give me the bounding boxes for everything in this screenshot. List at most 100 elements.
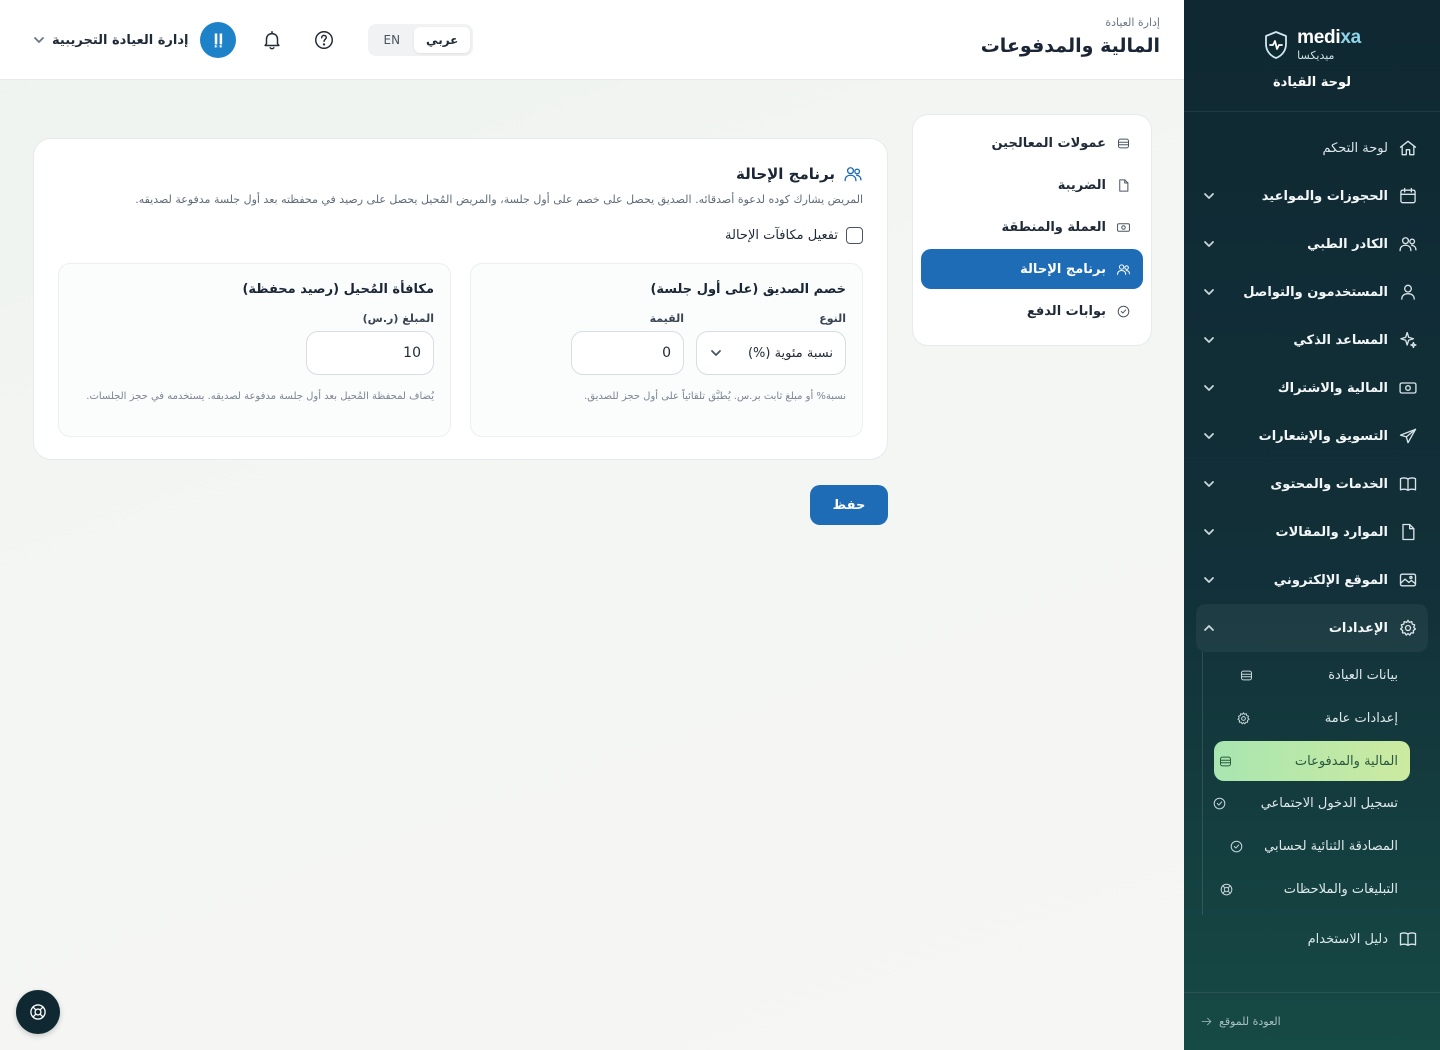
chevron-down-icon	[1204, 577, 1214, 583]
sidebar-subitem-general-settings[interactable]: إعدادات عامة	[1196, 697, 1410, 740]
subitem-label: بيانات العيادة	[1328, 668, 1398, 683]
users-icon	[844, 167, 862, 182]
referrer-reward-title: مكافأة المُحيل (رصيد محفظة)	[242, 282, 434, 297]
friend-discount-panel: خصم الصديق (على أول جلسة) النوع القيمة ن…	[470, 263, 863, 437]
enable-referral-checkbox[interactable]	[846, 226, 863, 244]
referrer-reward-hint: يُضاف لمحفظة المُحيل بعد أول جلسة مدفوعة…	[86, 391, 434, 402]
sidebar-item-services[interactable]: الخدمات والمحتوى	[1196, 460, 1428, 508]
chevron-down-icon	[1204, 337, 1214, 343]
sidebar-subitem-finance-payments[interactable]: المالية والمدفوعات	[1214, 741, 1410, 781]
avatar: إإ	[200, 22, 237, 58]
enable-referral-label: تفعيل مكافآت الإحالة	[725, 227, 838, 243]
brand-logo[interactable]: medixa ميديكسا	[1263, 28, 1361, 61]
subitem-label: إعدادات عامة	[1324, 711, 1398, 726]
support-fab[interactable]	[16, 990, 60, 1034]
sidebar-item-resources[interactable]: الموارد والمقالات	[1196, 508, 1428, 556]
banknote-icon	[1117, 222, 1130, 232]
sidebar-subitem-clinic-data[interactable]: بيانات العيادة	[1196, 654, 1410, 697]
chevron-down-icon	[1204, 385, 1214, 391]
brand-name: medixa	[1297, 27, 1361, 48]
header-titles: إدارة العيادة المالية والمدفوعات	[981, 16, 1160, 57]
sidebar-item-label: الإعدادات	[1328, 620, 1388, 636]
tab-referral-program[interactable]: برنامج الإحالة	[921, 249, 1143, 289]
sidebar-item-label: التسويق والإشعارات	[1258, 428, 1388, 444]
sidebar-item-label: الموارد والمقالات	[1275, 524, 1388, 540]
header-tools: إدارة العيادة التجريبية إإ EN عربي	[32, 22, 474, 58]
tab-label: عمولات المعالجين	[991, 135, 1106, 151]
top-header: إدارة العيادة المالية والمدفوعات إدارة ا…	[0, 0, 1184, 80]
sidebar-item-settings[interactable]: الإعدادات	[1196, 604, 1428, 652]
shield-pulse-icon	[1265, 30, 1288, 59]
sidebar-item-dashboard[interactable]: لوحة التحكم	[1196, 124, 1428, 172]
image-icon	[1399, 573, 1417, 587]
discount-type-select[interactable]: نسبة مئوية (%)	[696, 331, 846, 375]
brand-name-ar: ميديكسا	[1297, 49, 1335, 62]
chevron-down-icon	[1204, 289, 1214, 295]
book-icon	[1399, 932, 1417, 946]
sparkles-icon	[1400, 331, 1417, 349]
sidebar-item-label: الكادر الطبي	[1307, 236, 1388, 252]
back-label: العودة للموقع	[1219, 1015, 1281, 1028]
sidebar-item-label: المستخدمون والتواصل	[1243, 284, 1388, 300]
chevron-down-icon	[1204, 433, 1214, 439]
breadcrumb[interactable]: إدارة العيادة	[981, 16, 1160, 29]
tab-payment-gateways[interactable]: بوابات الدفع	[921, 291, 1143, 331]
reward-amount-input[interactable]	[306, 331, 434, 375]
sidebar-item-finance[interactable]: المالية والاشتراك	[1196, 364, 1428, 412]
calendar-icon	[1400, 187, 1416, 204]
user-name: إدارة العيادة التجريبية	[52, 32, 189, 48]
sidebar-item-medical-staff[interactable]: الكادر الطبي	[1196, 220, 1428, 268]
user-menu[interactable]: إدارة العيادة التجريبية إإ	[32, 22, 237, 58]
help-button[interactable]	[310, 26, 338, 54]
banknote-icon	[1399, 382, 1417, 394]
sidebar-item-label: الخدمات والمحتوى	[1270, 476, 1388, 492]
notifications-button[interactable]	[258, 26, 286, 54]
guide-label: دليل الاستخدام	[1307, 931, 1388, 947]
sidebar-nav: لوحة التحكم الحجوزات والمواعيد الكادر ال…	[1184, 112, 1440, 652]
sidebar-item-ai-assistant[interactable]: المساعد الذكي	[1196, 316, 1428, 364]
discount-value-input[interactable]	[571, 331, 684, 375]
tab-currency-region[interactable]: العملة والمنطقة	[921, 207, 1143, 247]
sidebar-subitem-social-login[interactable]: تسجيل الدخول الاجتماعي	[1196, 782, 1410, 825]
sidebar-subitem-reports[interactable]: التبليغات والملاحظات	[1196, 868, 1410, 911]
chevron-down-icon	[1204, 529, 1214, 535]
sidebar-item-marketing[interactable]: التسويق والإشعارات	[1196, 412, 1428, 460]
arrow-right-icon	[1201, 1017, 1212, 1026]
subitem-label: التبليغات والملاحظات	[1283, 882, 1398, 897]
users-icon	[1117, 263, 1130, 275]
sidebar: medixa ميديكسا لوحة القيادة لوحة التحكم …	[1184, 0, 1440, 1050]
save-button[interactable]: حفظ	[810, 485, 888, 525]
card-icon	[1219, 756, 1231, 766]
sidebar-subitem-two-factor[interactable]: المصادقة الثنائية لحسابي	[1196, 825, 1410, 868]
home-icon	[1399, 140, 1417, 156]
tab-label: العملة والمنطقة	[1001, 219, 1106, 235]
brand-subtitle: لوحة القيادة	[1272, 75, 1352, 90]
subitem-label: المصادقة الثنائية لحسابي	[1264, 839, 1398, 854]
sidebar-item-label: لوحة التحكم	[1322, 140, 1388, 156]
card-description: المريض يشارك كوده لدعوة أصدقائه. الصديق …	[135, 193, 863, 206]
enable-referral-toggle[interactable]: تفعيل مكافآت الإحالة	[58, 226, 863, 244]
gear-icon	[1399, 619, 1417, 636]
check-circle-icon	[1230, 840, 1243, 853]
chevron-down-icon	[34, 37, 44, 43]
tab-label: برنامج الإحالة	[1020, 261, 1106, 277]
user-icon	[1401, 284, 1415, 300]
sidebar-item-bookings[interactable]: الحجوزات والمواعيد	[1196, 172, 1428, 220]
back-to-site-link[interactable]: العودة للموقع	[1184, 992, 1440, 1050]
referral-panels: خصم الصديق (على أول جلسة) النوع القيمة ن…	[58, 263, 863, 437]
send-icon	[1399, 428, 1417, 444]
discount-type-value: نسبة مئوية (%)	[747, 345, 833, 361]
tab-tax[interactable]: الضريبة	[921, 165, 1143, 205]
tab-therapist-commissions[interactable]: عمولات المعالجين	[921, 123, 1143, 163]
sidebar-item-label: المالية والاشتراك	[1277, 380, 1388, 396]
sidebar-item-label: الموقع الإلكتروني	[1273, 572, 1388, 588]
referrer-reward-panel: مكافأة المُحيل (رصيد محفظة) المبلغ (ر.س)…	[58, 263, 451, 437]
sidebar-item-users[interactable]: المستخدمون والتواصل	[1196, 268, 1428, 316]
sidebar-item-label: الحجوزات والمواعيد	[1261, 188, 1388, 204]
sidebar-item-website[interactable]: الموقع الإلكتروني	[1196, 556, 1428, 604]
file-icon	[1119, 178, 1129, 192]
lang-ar-button[interactable]: عربي	[414, 27, 471, 53]
sidebar-item-user-guide[interactable]: دليل الاستخدام	[1196, 917, 1428, 961]
lang-en-button[interactable]: EN	[371, 27, 412, 53]
card-icon	[1118, 138, 1129, 148]
